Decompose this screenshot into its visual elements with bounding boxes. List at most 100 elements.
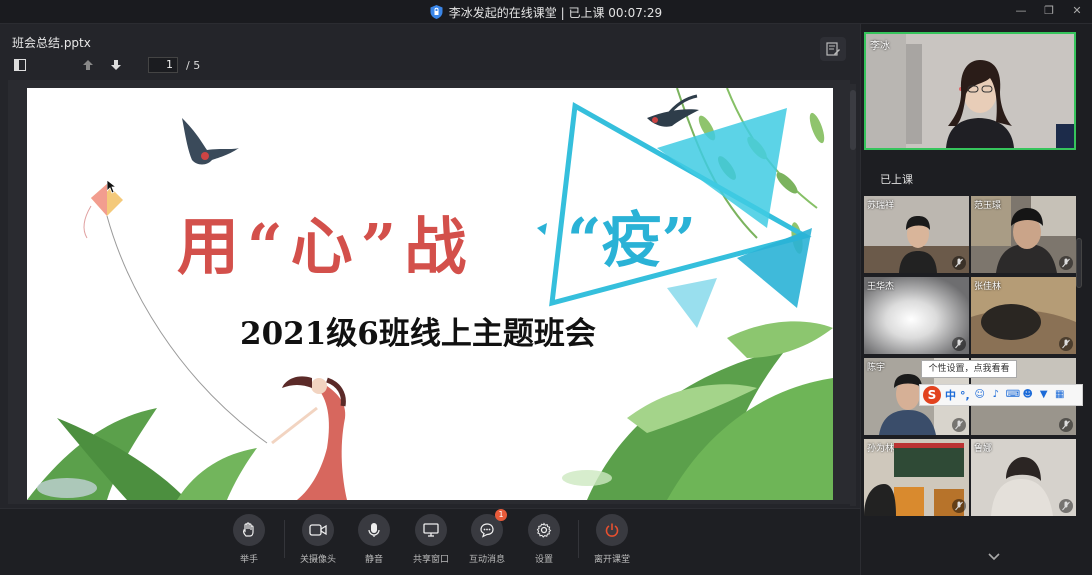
student-tile[interactable]: 苏瑞祥 <box>864 196 969 273</box>
page-total: / 5 <box>186 58 201 72</box>
leave-class-label: 离开课堂 <box>593 555 630 565</box>
sidebar-toggle-button[interactable] <box>10 55 30 75</box>
settings-circle <box>528 514 560 546</box>
slide-canvas: 用“心”战 “疫” 2021级6班线上主题班会 <box>27 88 833 500</box>
window-controls: — ❐ ✕ <box>1014 4 1084 18</box>
emoji-icon[interactable]: ☺ <box>974 389 986 401</box>
student-name: 鲁娜 <box>974 444 993 454</box>
maximize-icon[interactable]: ❐ <box>1042 4 1056 18</box>
gear-icon <box>536 522 552 538</box>
swallow-left <box>182 118 239 165</box>
mic-muted-icon <box>1059 337 1073 351</box>
slide-scrollbar-thumb[interactable] <box>850 90 856 150</box>
student-tile[interactable]: 鲁娜 <box>971 439 1076 516</box>
chevron-down-icon[interactable] <box>986 551 1002 563</box>
page-number-input[interactable]: 1 <box>148 57 178 73</box>
mic-muted-icon <box>952 418 966 432</box>
mute-circle <box>358 514 390 546</box>
triangle-fill-blue <box>737 228 812 308</box>
student-name: 苏瑞祥 <box>867 201 895 211</box>
slide-headline: 用“心”战 <box>177 210 475 283</box>
settings-button[interactable]: 设置 <box>514 514 574 565</box>
messages-label: 互动消息 <box>468 555 505 565</box>
shield-icon <box>430 5 443 19</box>
student-name: 王华杰 <box>867 282 895 292</box>
student-tile[interactable]: 孙为林 <box>864 439 969 516</box>
arrow-up-icon <box>83 60 93 70</box>
message-count-badge: 1 <box>495 509 507 521</box>
hand-icon <box>243 522 254 537</box>
share-window-label: 共享窗口 <box>412 555 449 565</box>
screen-share-icon <box>423 523 439 537</box>
mic-muted-icon <box>952 256 966 270</box>
toolbox-grid-icon[interactable]: ▦ <box>1054 389 1066 401</box>
prev-page-button[interactable] <box>78 55 98 75</box>
slide-artwork <box>27 88 833 500</box>
messages-circle: 1 <box>471 509 507 546</box>
mic-muted-icon <box>1059 499 1073 513</box>
next-page-button[interactable] <box>106 55 126 75</box>
arrow-down-icon <box>111 60 121 70</box>
user-icon[interactable]: ☻ <box>1022 389 1034 401</box>
mic-muted-icon <box>1059 256 1073 270</box>
mouse-cursor-icon <box>107 180 117 194</box>
mic-muted-icon <box>952 499 966 513</box>
document-toolbar: 1 / 5 <box>10 54 200 76</box>
power-icon <box>605 523 619 537</box>
student-name: 张佳林 <box>974 282 1002 292</box>
slide-subtitle: 2021级6班线上主题班会 <box>240 316 596 352</box>
annotate-button[interactable] <box>820 37 846 61</box>
camera-off-label: 关摄像头 <box>299 555 336 565</box>
title-bar: 李冰发起的在线课堂 | 已上课 00:07:29 — ❐ ✕ <box>0 0 1092 24</box>
messages-button[interactable]: 1 互动消息 <box>457 509 517 565</box>
student-tile[interactable]: 王华杰 <box>864 277 969 354</box>
ime-punctuation-toggle[interactable]: °, <box>960 389 970 402</box>
skin-shirt-icon[interactable]: ▼ <box>1038 389 1050 401</box>
document-filename: 班会总结.pptx <box>12 36 91 50</box>
voice-input-icon[interactable]: ♪ <box>990 389 1002 401</box>
student-name: 陈宇 <box>867 363 886 373</box>
student-tile[interactable]: 范玉璟 <box>971 196 1076 273</box>
raise-hand-button[interactable]: 举手 <box>219 514 279 565</box>
leave-class-button[interactable]: 离开课堂 <box>582 514 642 565</box>
window-title: 李冰发起的在线课堂 | 已上课 00:07:29 <box>448 5 663 20</box>
close-icon[interactable]: ✕ <box>1070 4 1084 18</box>
leave-circle <box>596 514 628 546</box>
mute-button[interactable]: 静音 <box>344 514 404 565</box>
student-name: 孙为林 <box>867 444 895 454</box>
share-window-button[interactable]: 共享窗口 <box>401 514 461 565</box>
slide-headline-accent: “疫” <box>567 206 697 276</box>
sidebar-icon <box>14 59 26 71</box>
participants-scrollbar[interactable] <box>1076 238 1082 288</box>
in-class-section-label: 已上课 <box>880 173 913 186</box>
student-name: 范玉璟 <box>974 201 1002 211</box>
mic-muted-icon <box>1059 418 1073 432</box>
teacher-video[interactable]: 李冰 <box>864 32 1076 150</box>
window-title-wrap: 李冰发起的在线课堂 | 已上课 00:07:29 <box>0 0 1092 24</box>
mic-muted-icon <box>952 337 966 351</box>
settings-label: 设置 <box>534 555 553 565</box>
mic-icon <box>368 523 380 537</box>
ime-toolbar[interactable]: S 中 °, ☺ ♪ ⌨ ☻ ▼ ▦ <box>919 384 1083 406</box>
raise-hand-circle <box>233 514 265 546</box>
raise-hand-label: 举手 <box>239 555 258 565</box>
note-edit-icon <box>826 42 840 56</box>
camera-off-button[interactable]: 关摄像头 <box>288 514 348 565</box>
triangle-small <box>667 278 717 328</box>
mute-label: 静音 <box>364 555 383 565</box>
camera-circle <box>302 514 334 546</box>
girl-illustration <box>271 376 347 500</box>
swallow-right <box>647 94 699 127</box>
minimize-icon[interactable]: — <box>1014 4 1028 18</box>
camera-icon <box>309 524 327 536</box>
ime-mode-toggle[interactable]: 中 <box>945 387 956 403</box>
control-divider <box>578 520 579 558</box>
control-divider <box>284 520 285 558</box>
chat-icon <box>480 523 494 538</box>
sogou-logo-icon[interactable]: S <box>923 386 941 404</box>
ime-tooltip: 个性设置，点我看看 <box>921 360 1017 378</box>
triangle-tiny <box>537 223 547 235</box>
student-tile[interactable]: 张佳林 <box>971 277 1076 354</box>
teacher-name: 李冰 <box>870 41 890 52</box>
keyboard-icon[interactable]: ⌨ <box>1006 389 1020 401</box>
